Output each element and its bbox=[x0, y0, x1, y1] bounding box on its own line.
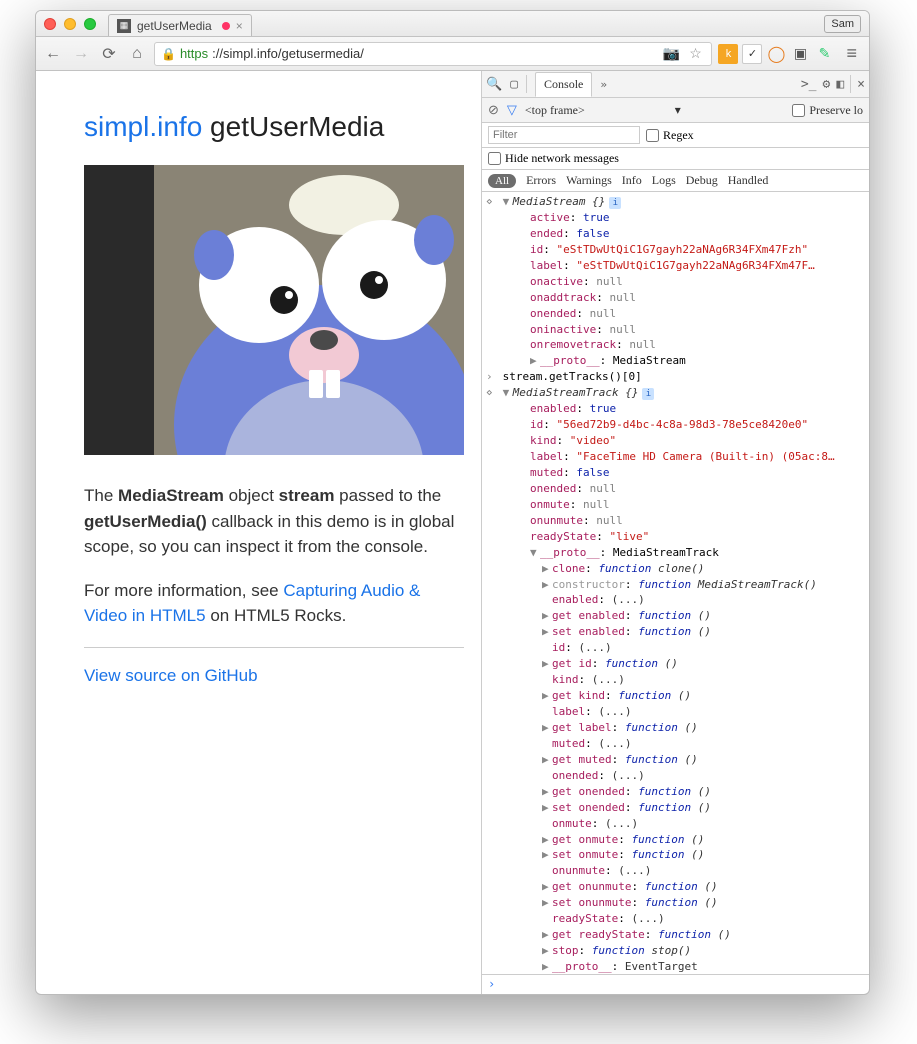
window-titlebar: ▦ getUserMedia × Sam bbox=[36, 11, 869, 37]
page-title-link[interactable]: simpl.info bbox=[84, 111, 202, 142]
settings-gear-icon[interactable]: ⚙ bbox=[823, 77, 831, 92]
reload-button[interactable]: ⟳ bbox=[98, 43, 120, 65]
maximize-window-button[interactable] bbox=[84, 18, 96, 30]
level-handled[interactable]: Handled bbox=[728, 173, 769, 188]
camera-permission-icon[interactable]: 📷 bbox=[661, 44, 681, 64]
console-output[interactable]: ⋄ ▼MediaStream {}iactive: trueended: fal… bbox=[482, 192, 869, 974]
profile-chip[interactable]: Sam bbox=[824, 15, 861, 33]
frame-selector[interactable]: <top frame>▾ bbox=[525, 103, 681, 118]
url-scheme: https bbox=[180, 46, 208, 61]
regex-checkbox[interactable]: Regex bbox=[646, 128, 694, 143]
devtools-subheader: ⊘ ▽ <top frame>▾ Preserve lo bbox=[482, 98, 869, 123]
tab-title: getUserMedia bbox=[137, 19, 212, 33]
tab-close-button[interactable]: × bbox=[236, 19, 243, 33]
bookmark-star-icon[interactable]: ☆ bbox=[685, 44, 705, 64]
traffic-lights bbox=[44, 18, 96, 30]
forward-button[interactable]: → bbox=[70, 43, 92, 65]
back-button[interactable]: ← bbox=[42, 43, 64, 65]
devtools-filter-row: Regex bbox=[482, 123, 869, 148]
close-window-button[interactable] bbox=[44, 18, 56, 30]
paragraph-1: The MediaStream object stream passed to … bbox=[84, 483, 464, 560]
drawer-toggle-icon[interactable]: >_ bbox=[801, 77, 817, 92]
inspect-icon[interactable]: 🔍 bbox=[486, 77, 502, 92]
extension-icon[interactable]: ◯ bbox=[766, 44, 786, 64]
url-bar[interactable]: 🔒 https ://simpl.info/getusermedia/ 📷 ☆ bbox=[154, 42, 712, 66]
level-info[interactable]: Info bbox=[622, 173, 642, 188]
level-errors[interactable]: Errors bbox=[526, 173, 556, 188]
level-logs[interactable]: Logs bbox=[652, 173, 676, 188]
hide-network-row[interactable]: Hide network messages bbox=[482, 148, 869, 170]
paragraph-2: For more information, see Capturing Audi… bbox=[84, 578, 464, 629]
tab-favicon: ▦ bbox=[117, 19, 131, 33]
lock-icon: 🔒 bbox=[161, 47, 176, 61]
level-all[interactable]: All bbox=[488, 174, 516, 188]
recording-indicator-icon bbox=[222, 22, 230, 30]
url-path: ://simpl.info/getusermedia/ bbox=[212, 46, 364, 61]
browser-menu-button[interactable]: ≡ bbox=[840, 43, 863, 64]
dock-side-icon[interactable]: ◧ bbox=[836, 77, 844, 92]
extension-icon[interactable]: k bbox=[718, 44, 738, 64]
cast-icon[interactable]: ▣ bbox=[790, 44, 810, 64]
divider bbox=[84, 647, 464, 648]
devtools-header: 🔍 ▢ Console » >_ ⚙ ◧ × bbox=[482, 71, 869, 98]
extension-icon[interactable]: ✓ bbox=[742, 44, 762, 64]
page-title-rest: getUserMedia bbox=[202, 111, 384, 142]
home-button[interactable]: ⌂ bbox=[126, 43, 148, 65]
preserve-log-checkbox[interactable]: Preserve lo bbox=[792, 103, 863, 118]
devtools-pane: 🔍 ▢ Console » >_ ⚙ ◧ × ⊘ ▽ <top frame>▾ bbox=[481, 71, 869, 994]
level-debug[interactable]: Debug bbox=[686, 173, 718, 188]
log-levels: All Errors Warnings Info Logs Debug Hand… bbox=[482, 170, 869, 192]
extension-icon[interactable]: ✎ bbox=[814, 44, 834, 64]
page-title: simpl.info getUserMedia bbox=[84, 111, 481, 143]
browser-tab[interactable]: ▦ getUserMedia × bbox=[108, 14, 252, 36]
close-devtools-button[interactable]: × bbox=[857, 77, 865, 92]
console-tab[interactable]: Console bbox=[535, 72, 592, 97]
level-warnings[interactable]: Warnings bbox=[566, 173, 612, 188]
clear-console-icon[interactable]: ⊘ bbox=[488, 102, 499, 118]
filter-funnel-icon[interactable]: ▽ bbox=[507, 102, 517, 118]
extensions-area: k ✓ ◯ ▣ ✎ bbox=[718, 44, 834, 64]
url-toolbar: ← → ⟳ ⌂ 🔒 https ://simpl.info/getusermed… bbox=[36, 37, 869, 71]
more-tabs-chevron-icon[interactable]: » bbox=[600, 78, 607, 91]
console-prompt[interactable]: › bbox=[482, 974, 869, 994]
minimize-window-button[interactable] bbox=[64, 18, 76, 30]
source-link[interactable]: View source on GitHub bbox=[84, 666, 258, 685]
page-content: simpl.info getUserMedia bbox=[36, 71, 481, 994]
filter-input[interactable] bbox=[488, 126, 640, 144]
video-preview bbox=[84, 165, 464, 455]
device-toggle-icon[interactable]: ▢ bbox=[510, 77, 518, 92]
